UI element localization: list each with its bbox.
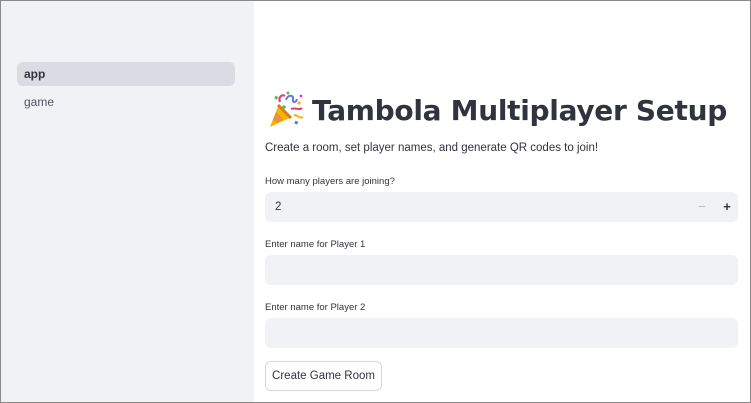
player-2-label: Enter name for Player 2 <box>265 302 366 313</box>
player-1-label: Enter name for Player 1 <box>265 239 366 250</box>
page-title: Tambola Multiplayer Setup <box>266 87 727 133</box>
sidebar-item-game[interactable]: game <box>17 90 235 114</box>
increment-button[interactable]: + <box>715 192 739 222</box>
sidebar: app game <box>1 1 254 402</box>
players-count-stepper[interactable]: 2 − + <box>265 192 738 222</box>
sidebar-item-app[interactable]: app <box>17 62 235 86</box>
player-1-name-input[interactable] <box>265 255 738 285</box>
players-count-label: How many players are joining? <box>265 176 395 187</box>
party-popper-icon <box>270 91 304 127</box>
decrement-button[interactable]: − <box>690 192 714 222</box>
main-content: Tambola Multiplayer Setup Create a room,… <box>254 1 750 402</box>
create-game-room-button[interactable]: Create Game Room <box>265 361 382 391</box>
page-subtitle: Create a room, set player names, and gen… <box>265 142 599 154</box>
app-window: app game Tambola Multiplayer Setup Creat… <box>0 0 751 403</box>
sidebar-item-label: app <box>24 67 46 81</box>
player-2-name-input[interactable] <box>265 318 738 348</box>
players-count-value[interactable]: 2 <box>275 192 281 222</box>
sidebar-item-label: game <box>24 95 55 109</box>
page-title-text: Tambola Multiplayer Setup <box>312 93 727 127</box>
